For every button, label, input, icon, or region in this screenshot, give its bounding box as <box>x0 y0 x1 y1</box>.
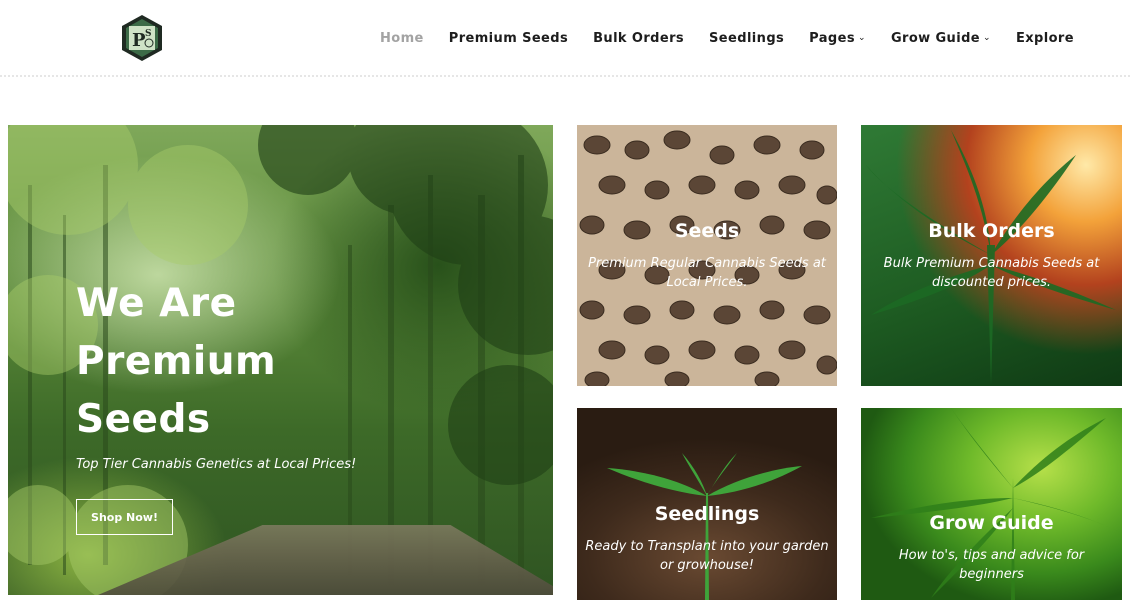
nav-bulk-orders-label: Bulk Orders <box>593 30 685 46</box>
nav-home-label: Home <box>380 30 424 46</box>
hero-title-line: Premium <box>76 339 277 384</box>
nav-seedlings-label: Seedlings <box>709 30 785 46</box>
logo-hexagon-icon: P S <box>122 15 162 61</box>
card-title: Seeds <box>674 220 740 242</box>
card-title: Bulk Orders <box>928 220 1055 242</box>
nav-grow-guide[interactable]: Grow Guide ⌄ <box>891 31 991 46</box>
nav-home[interactable]: Home <box>380 31 424 46</box>
nav-explore-label: Explore <box>1015 30 1074 46</box>
hero-title: We Are Premium Seeds <box>76 275 376 449</box>
svg-text:S: S <box>145 29 152 39</box>
category-card-bulk-orders[interactable]: Bulk Orders Bulk Premium Cannabis Seeds … <box>861 125 1122 386</box>
card-description: Premium Regular Cannabis Seeds at Local … <box>588 256 826 290</box>
category-card-seeds[interactable]: Seeds Premium Regular Cannabis Seeds at … <box>577 125 837 386</box>
card-title: Grow Guide <box>929 512 1054 534</box>
nav-premium-seeds-label: Premium Seeds <box>448 30 569 46</box>
category-card-grow-guide[interactable]: Grow Guide How to's, tips and advice for… <box>861 408 1122 600</box>
hero-banner: We Are Premium Seeds Top Tier Cannabis G… <box>8 125 553 595</box>
nav-bulk-orders[interactable]: Bulk Orders <box>593 31 684 46</box>
hero-subtitle: Top Tier Cannabis Genetics at Local Pric… <box>76 457 357 472</box>
nav-pages-label: Pages <box>809 30 855 46</box>
shop-now-button[interactable]: Shop Now! <box>76 499 173 535</box>
hero-title-line: Seeds <box>76 397 211 442</box>
nav-pages[interactable]: Pages ⌄ <box>809 31 866 46</box>
chevron-down-icon: ⌄ <box>983 33 991 43</box>
nav-explore[interactable]: Explore <box>1016 31 1074 46</box>
card-description: Ready to Transplant into your garden or … <box>585 539 829 573</box>
site-logo[interactable]: P S <box>120 14 164 62</box>
svg-text:P: P <box>132 30 146 51</box>
card-description: How to's, tips and advice for beginners <box>898 548 1085 582</box>
site-header: P S Home Premium Seeds Bulk Orders Seedl… <box>0 0 1130 77</box>
category-card-seedlings[interactable]: Seedlings Ready to Transplant into your … <box>577 408 837 600</box>
nav-grow-guide-label: Grow Guide <box>890 30 980 46</box>
card-description: Bulk Premium Cannabis Seeds at discounte… <box>883 256 1100 290</box>
card-title: Seedlings <box>654 503 760 525</box>
nav-seedlings[interactable]: Seedlings <box>709 31 784 46</box>
nav-premium-seeds[interactable]: Premium Seeds <box>449 31 568 46</box>
chevron-down-icon: ⌄ <box>857 33 866 43</box>
main-nav: Home Premium Seeds Bulk Orders Seedlings… <box>380 0 1099 76</box>
hero-title-line: We Are <box>76 281 237 326</box>
